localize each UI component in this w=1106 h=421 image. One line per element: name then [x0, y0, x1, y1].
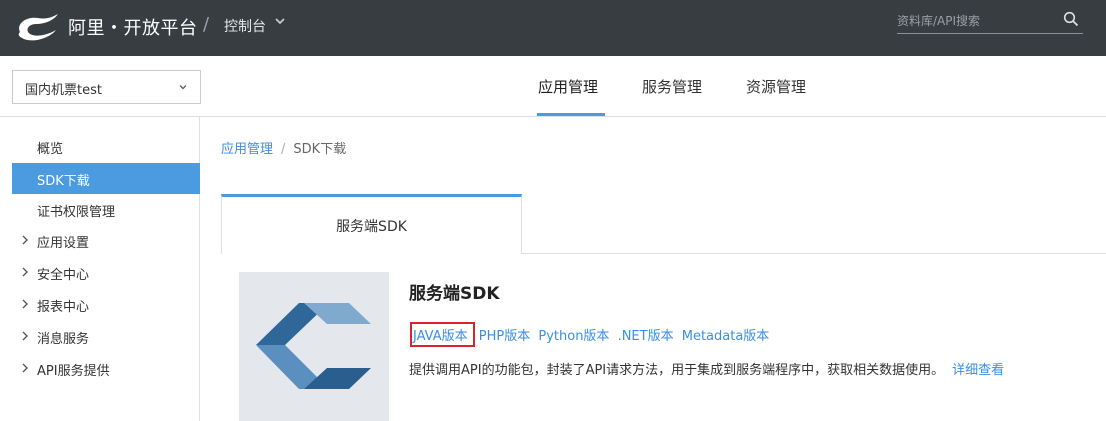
- sidebar-item-label: 安全中心: [37, 268, 90, 283]
- breadcrumb-current: SDK下载: [293, 142, 347, 157]
- sidebar-item-message-service[interactable]: 消息服务: [12, 321, 200, 352]
- sidebar-item-label: 概览: [37, 142, 64, 157]
- tab-resource-management[interactable]: 资源管理: [746, 76, 806, 97]
- java-version-link[interactable]: JAVA版本: [413, 329, 468, 344]
- breadcrumb-separator: /: [281, 142, 286, 157]
- sidebar-item-label: SDK下载: [37, 174, 90, 189]
- console-menu[interactable]: 控制台: [224, 16, 266, 36]
- tab-server-sdk[interactable]: 服务端SDK: [221, 194, 522, 254]
- sidebar-item-label: 报表中心: [37, 300, 90, 315]
- sidebar: 概览 SDK下载 证书权限管理 应用设置 安全中心 报表中心 消息服务 API服…: [0, 117, 200, 421]
- sidebar-item-label: 消息服务: [37, 332, 90, 347]
- search-input[interactable]: [897, 12, 1057, 30]
- active-tab-indicator: [537, 113, 605, 116]
- sub-nav-bar: 国内机票test 应用管理 服务管理 资源管理: [0, 56, 1106, 117]
- tab-label: 服务端SDK: [336, 219, 407, 235]
- svg-text:e: e: [32, 21, 41, 36]
- metadata-version-link[interactable]: Metadata版本: [682, 329, 770, 344]
- chevron-right-icon: [22, 331, 28, 341]
- sdk-cube-icon: [256, 303, 371, 389]
- chevron-down-icon[interactable]: [274, 15, 286, 27]
- tab-app-management[interactable]: 应用管理: [538, 76, 598, 97]
- chevron-right-icon: [22, 363, 28, 373]
- sdk-version-links: JAVA版本 PHP版本 Python版本 .NET版本 Metadata版本: [409, 322, 773, 347]
- chevron-down-icon: [179, 85, 187, 90]
- java-link-highlight: JAVA版本: [410, 322, 475, 347]
- sidebar-item-certificate-permissions[interactable]: 证书权限管理: [12, 194, 200, 225]
- app-selector-value: 国内机票test: [25, 83, 102, 98]
- sdk-title: 服务端SDK: [409, 284, 500, 304]
- sidebar-item-label: 应用设置: [37, 236, 90, 251]
- sidebar-item-security-center[interactable]: 安全中心: [12, 257, 200, 288]
- python-version-link[interactable]: Python版本: [538, 329, 609, 344]
- php-version-link[interactable]: PHP版本: [479, 329, 530, 344]
- chevron-right-icon: [22, 235, 28, 245]
- sidebar-item-app-settings[interactable]: 应用设置: [12, 225, 200, 256]
- dotnet-version-link[interactable]: .NET版本: [618, 329, 674, 344]
- search-icon[interactable]: [1063, 11, 1079, 27]
- sidebar-item-sdk-download[interactable]: SDK下载: [12, 163, 200, 194]
- sidebar-item-label: API服务提供: [37, 364, 110, 379]
- header-separator: /: [203, 14, 210, 35]
- app-selector[interactable]: 国内机票test: [12, 70, 201, 104]
- brand-title[interactable]: 阿里・开放平台: [68, 14, 198, 40]
- sdk-description-text: 提供调用API的功能包，封装了API请求方法，用于集成到服务端程序中，获取相关数…: [409, 363, 945, 378]
- sidebar-item-api-service[interactable]: API服务提供: [12, 353, 200, 384]
- chevron-right-icon: [22, 299, 28, 309]
- sidebar-item-label: 证书权限管理: [37, 205, 116, 220]
- tab-service-management[interactable]: 服务管理: [642, 76, 702, 97]
- search-box[interactable]: [897, 8, 1083, 34]
- sidebar-item-overview[interactable]: 概览: [12, 131, 200, 162]
- chevron-right-icon: [22, 267, 28, 277]
- top-bar: e 阿里・开放平台 / 控制台: [0, 0, 1106, 56]
- breadcrumb: 应用管理 / SDK下载: [221, 138, 346, 157]
- sidebar-item-report-center[interactable]: 报表中心: [12, 289, 200, 320]
- alibaba-logo-icon[interactable]: e: [12, 10, 64, 42]
- sdk-logo-image: [239, 272, 389, 421]
- detail-link[interactable]: 详细查看: [952, 363, 1004, 378]
- breadcrumb-parent-link[interactable]: 应用管理: [221, 142, 273, 157]
- sdk-description: 提供调用API的功能包，封装了API请求方法，用于集成到服务端程序中，获取相关数…: [409, 359, 1004, 378]
